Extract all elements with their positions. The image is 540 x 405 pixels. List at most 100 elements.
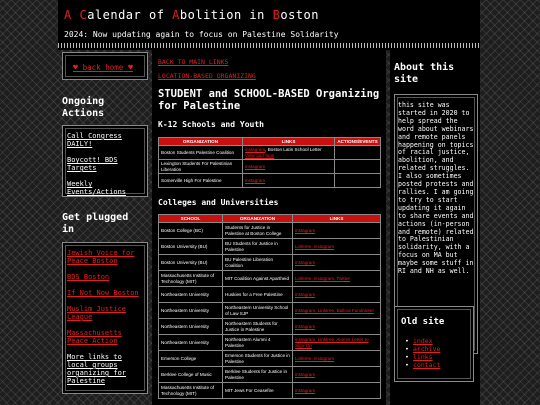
location-based-link[interactable]: LOCATION-BASED ORGANIZING xyxy=(158,72,256,80)
row-link[interactable]: instagram xyxy=(295,260,315,265)
ongoing-link-boycott[interactable]: Boycott! BDS Targets xyxy=(67,156,143,172)
org-cell: MIT Coalition Against Apartheid xyxy=(222,270,293,287)
org-cell: MIT Jews For Ceasefire xyxy=(222,382,293,399)
org-cell: Northeastern Alumni 4 Palestine xyxy=(222,334,293,351)
row-link[interactable]: instagram, Linktree, Bailout Fundraiser xyxy=(295,308,374,313)
old-site-link-contact[interactable]: contact xyxy=(413,361,440,369)
ongoing-link-weekly-events[interactable]: Weekly Events/Actions xyxy=(67,180,143,196)
k12-table: ORGANIZATION LINKS ACTIONS/EVENTS Boston… xyxy=(158,137,381,188)
school-cell: Boston University (BU) xyxy=(158,238,223,255)
links-cell: Linktree, instagram xyxy=(292,350,381,367)
org-cell: Northeastern Students for Justice in Pal… xyxy=(222,318,293,335)
row-link[interactable]: instagram xyxy=(245,147,265,152)
row-link[interactable]: instagram xyxy=(295,324,315,329)
table-row: Massachusetts Institute of Technology (M… xyxy=(158,382,381,399)
row-link[interactable]: instagram xyxy=(295,228,315,233)
actions-cell xyxy=(334,159,381,174)
org-cell: Boston Students Palestine Coalition xyxy=(158,145,243,160)
title-part: alendar of xyxy=(87,8,173,22)
row-link[interactable]: instagram xyxy=(245,164,265,169)
table-row: Lexington Students For Palestinian Liber… xyxy=(158,159,381,174)
plug-link-ifnotnow[interactable]: If Not Now Boston xyxy=(67,289,143,297)
table-row: Somerville High For Palestine instagram xyxy=(158,173,381,188)
row-link[interactable]: instagram, Linktree, Alumni Letter to Si… xyxy=(295,337,369,348)
title-part: A xyxy=(64,8,80,22)
row-link[interactable]: Linktree, instagram xyxy=(295,244,334,249)
column-header: ORGANIZATION xyxy=(222,214,293,223)
links-cell: instagram xyxy=(292,222,381,239)
row-link[interactable]: instagram xyxy=(295,372,315,377)
org-cell: Somerville High For Palestine xyxy=(158,173,243,188)
table-row: Emerson College Emerson Students for Just… xyxy=(158,350,381,367)
heart-icon: ♥ xyxy=(123,63,133,72)
links-cell: instagram, Linktree, Bailout Fundraiser xyxy=(292,302,381,319)
org-cell: Lexington Students For Palestinian Liber… xyxy=(158,159,243,174)
table-row: Boston College (BC) Students for Justice … xyxy=(158,222,381,239)
plug-link-bds[interactable]: BDS Boston xyxy=(67,273,143,281)
column-header: ORGANIZATION xyxy=(158,137,243,146)
site-title[interactable]: A Calendar of Abolition in Boston xyxy=(64,8,319,22)
org-cell: Northeastern University School of Law SJ… xyxy=(222,302,293,319)
site-tagline: 2024: Now updating again to focus on Pal… xyxy=(64,30,339,39)
back-to-main-links[interactable]: BACK TO MAIN LINKS xyxy=(158,58,228,66)
ongoing-actions-list: Call Congress DAILY! Boycott! BDS Target… xyxy=(67,132,143,204)
links-cell: instagram xyxy=(292,318,381,335)
old-site-box: Old site index archive links contact xyxy=(394,306,474,382)
colleges-table-body: Boston College (BC) Students for Justice … xyxy=(158,222,381,399)
plug-link-more[interactable]: More links to local groups organizing fo… xyxy=(67,353,143,385)
column-header: LINKS xyxy=(242,137,335,146)
back-home-label: back home xyxy=(82,63,124,72)
row-link[interactable]: instagram xyxy=(295,292,315,297)
actions-cell xyxy=(334,145,381,160)
org-cell: BU Palestine Liberation Coalition xyxy=(222,254,293,271)
row-link[interactable]: Linktree, instagram, Twitter xyxy=(295,276,350,281)
org-cell: Huskies for a Free Palestine xyxy=(222,286,293,303)
back-home-link[interactable]: ♥ back home ♥ xyxy=(73,63,133,72)
school-cell: Boston University (BU) xyxy=(158,254,223,271)
right-sidebar: About this site this site was started in… xyxy=(390,50,480,405)
list-item: contact xyxy=(405,361,441,369)
links-cell: Linktree, instagram xyxy=(292,238,381,255)
school-cell: Northeastern University xyxy=(158,302,223,319)
row-link[interactable]: instagram xyxy=(245,178,265,183)
column-header: SCHOOL xyxy=(158,214,223,223)
school-cell: Northeastern University xyxy=(158,318,223,335)
ongoing-actions-box: Call Congress DAILY! Boycott! BDS Target… xyxy=(62,125,148,197)
list-item: index xyxy=(405,337,440,345)
k12-heading: K-12 Schools and Youth xyxy=(158,120,264,129)
school-cell: Emerson College xyxy=(158,350,223,367)
org-cell: BU Students for Justice in Palestine xyxy=(222,238,293,255)
column-header: LINKS xyxy=(292,214,381,223)
plug-link-mjl[interactable]: Muslim Justice League xyxy=(67,305,143,321)
links-cell: Linktree, instagram, Twitter xyxy=(292,270,381,287)
plug-link-jvp[interactable]: Jewish Voice for Peace Boston xyxy=(67,249,143,265)
row-link[interactable]: View and Sign xyxy=(245,153,274,158)
table-row: Northeastern University Northeastern Univ… xyxy=(158,302,381,319)
plug-link-mapa[interactable]: Massachusetts Peace Action xyxy=(67,329,143,345)
old-site-link-links[interactable]: links xyxy=(413,353,433,361)
get-plugged-in-heading: Get plugged in xyxy=(62,212,129,235)
ongoing-link-call-congress[interactable]: Call Congress DAILY! xyxy=(67,132,143,148)
school-cell: Massachusetts Institute of Technology (M… xyxy=(158,270,223,287)
org-cell: Berklee Students for Justice in Palestin… xyxy=(222,366,293,383)
site-header: A Calendar of Abolition in Boston 2024: … xyxy=(58,0,480,50)
get-plugged-in-box: Jewish Voice for Peace Boston BDS Boston… xyxy=(62,242,148,394)
title-part: bolition in xyxy=(179,8,273,22)
about-heading: About this site xyxy=(394,62,455,85)
links-cell: instagram xyxy=(292,286,381,303)
org-cell: Students for Justice in Palestine at Bos… xyxy=(222,222,293,239)
row-link[interactable]: Linktree, instagram xyxy=(295,356,334,361)
old-site-list: index archive links contact xyxy=(405,337,441,369)
list-item: archive xyxy=(405,345,441,353)
main-content: BACK TO MAIN LINKS LOCATION-BASED ORGANI… xyxy=(152,50,386,405)
table-row: Berklee College of Music Berklee Students… xyxy=(158,366,381,383)
school-cell: Northeastern University xyxy=(158,286,223,303)
old-site-link-archive[interactable]: archive xyxy=(413,345,440,353)
ongoing-actions-heading: Ongoing Actions xyxy=(62,96,105,119)
school-cell: Berklee College of Music xyxy=(158,366,223,383)
old-site-link-index[interactable]: index xyxy=(413,337,433,345)
row-link[interactable]: instagram xyxy=(295,388,315,393)
list-item: links xyxy=(405,353,440,361)
link-separator: , Boston Latin School Letter xyxy=(265,147,322,152)
table-row: Boston University (BU) BU Palestine Liber… xyxy=(158,254,381,271)
